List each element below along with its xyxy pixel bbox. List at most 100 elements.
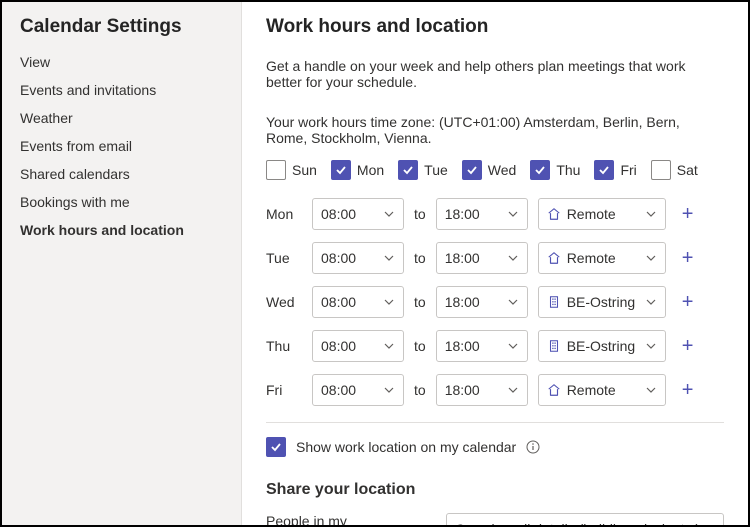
sidebar-title: Calendar Settings [2, 16, 241, 48]
sidebar-item-work-hours[interactable]: Work hours and location [2, 216, 241, 244]
to-label: to [414, 206, 426, 222]
day-label: Wed [488, 162, 517, 178]
start-time-select[interactable]: 08:00 [312, 286, 404, 318]
location-select[interactable]: Remote [538, 198, 666, 230]
chevron-down-icon [645, 296, 657, 308]
to-label: to [414, 294, 426, 310]
location-select[interactable]: BE-Ostring [538, 286, 666, 318]
location-value: Remote [567, 250, 616, 266]
end-time-select[interactable]: 18:00 [436, 242, 528, 274]
share-detail-select[interactable]: Can view all details (building, desk etc… [446, 513, 724, 525]
show-location-row: Show work location on my calendar [266, 437, 724, 457]
building-icon [547, 295, 561, 309]
row-day-label: Thu [266, 338, 302, 354]
start-time-value: 08:00 [321, 250, 356, 266]
share-detail-value: Can view all details (building, desk etc… [455, 521, 700, 525]
row-day-label: Mon [266, 206, 302, 222]
checkbox-icon [266, 160, 286, 180]
to-label: to [414, 250, 426, 266]
day-toggle-wed[interactable]: Wed [462, 160, 517, 180]
show-location-checkbox[interactable] [266, 437, 286, 457]
sidebar-item-events-from-email[interactable]: Events from email [2, 132, 241, 160]
start-time-select[interactable]: 08:00 [312, 242, 404, 274]
checkbox-icon [331, 160, 351, 180]
work-hours-row-mon: Mon 08:00 to 18:00 Remote + [266, 198, 724, 230]
chevron-down-icon [383, 208, 395, 220]
chevron-down-icon [507, 208, 519, 220]
chevron-down-icon [383, 340, 395, 352]
chevron-down-icon [645, 252, 657, 264]
sidebar-item-events-invitations[interactable]: Events and invitations [2, 76, 241, 104]
chevron-down-icon [645, 208, 657, 220]
chevron-down-icon [507, 340, 519, 352]
add-time-slot-button[interactable]: + [676, 204, 700, 224]
end-time-select[interactable]: 18:00 [436, 198, 528, 230]
day-toggle-sun[interactable]: Sun [266, 160, 317, 180]
day-label: Sun [292, 162, 317, 178]
location-select[interactable]: Remote [538, 242, 666, 274]
end-time-value: 18:00 [445, 250, 480, 266]
checkbox-icon [594, 160, 614, 180]
end-time-select[interactable]: 18:00 [436, 286, 528, 318]
sidebar: Calendar Settings View Events and invita… [2, 2, 242, 525]
work-hours-row-fri: Fri 08:00 to 18:00 Remote + [266, 374, 724, 406]
sidebar-item-bookings[interactable]: Bookings with me [2, 188, 241, 216]
info-icon[interactable] [526, 440, 540, 454]
checkbox-icon [462, 160, 482, 180]
add-time-slot-button[interactable]: + [676, 248, 700, 268]
day-toggle-mon[interactable]: Mon [331, 160, 384, 180]
chevron-down-icon [507, 384, 519, 396]
sidebar-item-shared-calendars[interactable]: Shared calendars [2, 160, 241, 188]
day-label: Thu [556, 162, 580, 178]
sidebar-item-view[interactable]: View [2, 48, 241, 76]
timezone-text: Your work hours time zone: (UTC+01:00) A… [266, 114, 724, 146]
chevron-down-icon [383, 296, 395, 308]
start-time-value: 08:00 [321, 206, 356, 222]
work-hours-row-thu: Thu08:00to18:00BE-Ostring+ [266, 330, 724, 362]
people-in-org-label: People in my organisation [266, 513, 426, 525]
end-time-select[interactable]: 18:00 [436, 374, 528, 406]
location-select[interactable]: Remote [538, 374, 666, 406]
location-value: Remote [567, 382, 616, 398]
end-time-value: 18:00 [445, 294, 480, 310]
end-time-value: 18:00 [445, 382, 480, 398]
end-time-value: 18:00 [445, 338, 480, 354]
home-icon [547, 251, 561, 265]
location-select[interactable]: BE-Ostring [538, 330, 666, 362]
main-panel: Work hours and location Get a handle on … [242, 2, 748, 525]
start-time-select[interactable]: 08:00 [312, 374, 404, 406]
start-time-select[interactable]: 08:00 [312, 198, 404, 230]
building-icon [547, 339, 561, 353]
add-time-slot-button[interactable]: + [676, 336, 700, 356]
day-label: Sat [677, 162, 698, 178]
day-label: Fri [620, 162, 636, 178]
end-time-value: 18:00 [445, 206, 480, 222]
checkbox-icon [651, 160, 671, 180]
page-title: Work hours and location [266, 16, 724, 38]
day-toggle-thu[interactable]: Thu [530, 160, 580, 180]
day-toggle-sat[interactable]: Sat [651, 160, 698, 180]
day-toggle-fri[interactable]: Fri [594, 160, 636, 180]
chevron-down-icon [645, 384, 657, 396]
start-time-value: 08:00 [321, 338, 356, 354]
share-location-row: People in my organisation Can view all d… [266, 513, 724, 525]
checkbox-icon [530, 160, 550, 180]
start-time-select[interactable]: 08:00 [312, 330, 404, 362]
chevron-down-icon [507, 252, 519, 264]
add-time-slot-button[interactable]: + [676, 292, 700, 312]
chevron-down-icon [507, 296, 519, 308]
row-day-label: Fri [266, 382, 302, 398]
chevron-down-icon [383, 252, 395, 264]
start-time-value: 08:00 [321, 382, 356, 398]
location-value: Remote [567, 206, 616, 222]
day-toggle-tue[interactable]: Tue [398, 160, 448, 180]
location-value: BE-Ostring [567, 294, 635, 310]
row-day-label: Tue [266, 250, 302, 266]
work-hours-row-tue: Tue 08:00 to 18:00 Remote + [266, 242, 724, 274]
sidebar-item-weather[interactable]: Weather [2, 104, 241, 132]
end-time-select[interactable]: 18:00 [436, 330, 528, 362]
days-of-week-row: Sun Mon Tue Wed Thu Fri Sat [266, 160, 724, 180]
add-time-slot-button[interactable]: + [676, 380, 700, 400]
home-icon [547, 383, 561, 397]
to-label: to [414, 382, 426, 398]
